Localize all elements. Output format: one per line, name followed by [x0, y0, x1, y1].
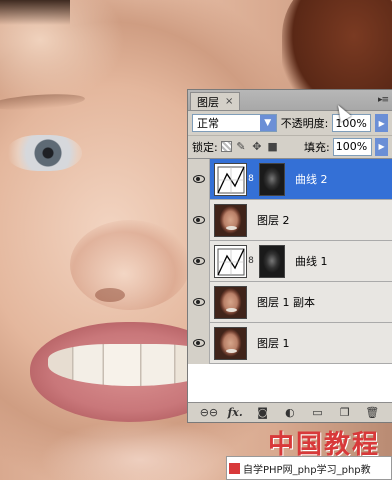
link-icon[interactable]: ⊖⊖	[200, 406, 218, 419]
close-icon[interactable]: ×	[225, 96, 233, 107]
layer-list: 8 曲线 2 图层 2 8 曲线 1 图层 1 副本 图层 1	[188, 158, 392, 404]
layer-name[interactable]: 图层 2	[257, 212, 290, 228]
chevron-down-icon[interactable]: ▼	[259, 115, 276, 131]
eyebrow	[0, 91, 86, 113]
new-layer-icon[interactable]: ❐	[337, 406, 353, 419]
panel-menu-icon[interactable]: ▸≡	[378, 95, 389, 105]
chain-link-icon[interactable]: 8	[247, 174, 255, 184]
group-folder-icon[interactable]: ▭	[309, 406, 325, 419]
opacity-label: 不透明度:	[280, 117, 329, 130]
layer-row[interactable]: 图层 1 副本	[188, 281, 392, 323]
adjustment-icon[interactable]: ◐	[282, 406, 298, 419]
lock-all-icon[interactable]: ■	[266, 140, 279, 153]
eye	[6, 135, 82, 171]
fill-field[interactable]: 100%	[332, 137, 373, 156]
layer-row[interactable]: 8 曲线 2	[188, 158, 392, 200]
lock-brush-icon[interactable]: ✎	[235, 140, 248, 153]
layer-thumbnail[interactable]	[214, 203, 247, 237]
layers-panel: 图层 × ▸≡ 正常 ▼ 不透明度: 100% ▶ 锁定: ✎ ✥ ■ 填充: …	[187, 89, 392, 423]
layer-name[interactable]: 图层 1	[257, 335, 290, 351]
chin	[40, 420, 240, 480]
tab-layers[interactable]: 图层 ×	[190, 92, 241, 110]
watermark-bar-text: 自学PHP网_php学习_php教	[243, 464, 371, 476]
blend-mode-value: 正常	[197, 117, 219, 130]
watermark-square-icon	[229, 462, 240, 474]
layer-name[interactable]: 曲线 1	[295, 253, 328, 269]
eye-icon	[192, 339, 205, 347]
layer-mask-thumbnail[interactable]	[259, 162, 285, 196]
opacity-arrow-icon[interactable]: ▶	[375, 114, 388, 132]
fx-icon[interactable]: fx.	[227, 406, 243, 419]
nose	[70, 220, 190, 310]
curves-thumbnail-icon[interactable]	[214, 244, 247, 278]
panel-footer: ⊖⊖ fx. ◙ ◐ ▭ ❐ 🗑	[188, 402, 392, 422]
lock-row: 锁定: ✎ ✥ ■ 填充: 100% ▶	[188, 135, 392, 157]
visibility-toggle[interactable]	[188, 322, 210, 364]
eye-icon	[192, 216, 205, 224]
tab-label: 图层	[197, 95, 219, 109]
layer-thumbnail[interactable]	[214, 326, 247, 360]
curves-thumbnail-icon[interactable]	[214, 162, 247, 196]
lock-label: 锁定:	[192, 140, 218, 154]
fill-arrow-icon[interactable]: ▶	[375, 137, 389, 156]
eye-icon	[192, 175, 205, 183]
layer-row[interactable]: 图层 2	[188, 199, 392, 241]
eye-icon	[192, 257, 205, 265]
layer-mask-thumbnail[interactable]	[259, 244, 285, 278]
nostril	[95, 288, 125, 302]
layer-name[interactable]: 曲线 2	[295, 171, 328, 187]
eye-icon	[192, 298, 205, 306]
fill-label: 填充:	[304, 140, 330, 154]
visibility-toggle[interactable]	[188, 199, 210, 241]
blend-mode-select[interactable]: 正常 ▼	[192, 114, 277, 132]
layer-name[interactable]: 图层 1 副本	[257, 294, 315, 310]
visibility-toggle[interactable]	[188, 240, 210, 282]
trash-icon[interactable]: 🗑	[364, 406, 380, 419]
hair-shadow	[0, 0, 70, 25]
mask-icon[interactable]: ◙	[255, 406, 271, 419]
layer-row[interactable]: 图层 1	[188, 322, 392, 364]
visibility-toggle[interactable]	[188, 281, 210, 323]
visibility-toggle[interactable]	[188, 158, 210, 200]
chain-link-icon[interactable]: 8	[247, 256, 255, 266]
layer-row[interactable]: 8 曲线 1	[188, 240, 392, 282]
panel-header: 图层 × ▸≡	[188, 90, 392, 111]
blend-row: 正常 ▼ 不透明度: 100% ▶	[188, 111, 392, 135]
layer-thumbnail[interactable]	[214, 285, 247, 319]
lock-move-icon[interactable]: ✥	[250, 140, 263, 153]
fill-value: 100%	[335, 140, 368, 153]
lock-transparency-icon[interactable]	[220, 141, 232, 152]
watermark-bar: 自学PHP网_php学习_php教	[226, 456, 392, 480]
